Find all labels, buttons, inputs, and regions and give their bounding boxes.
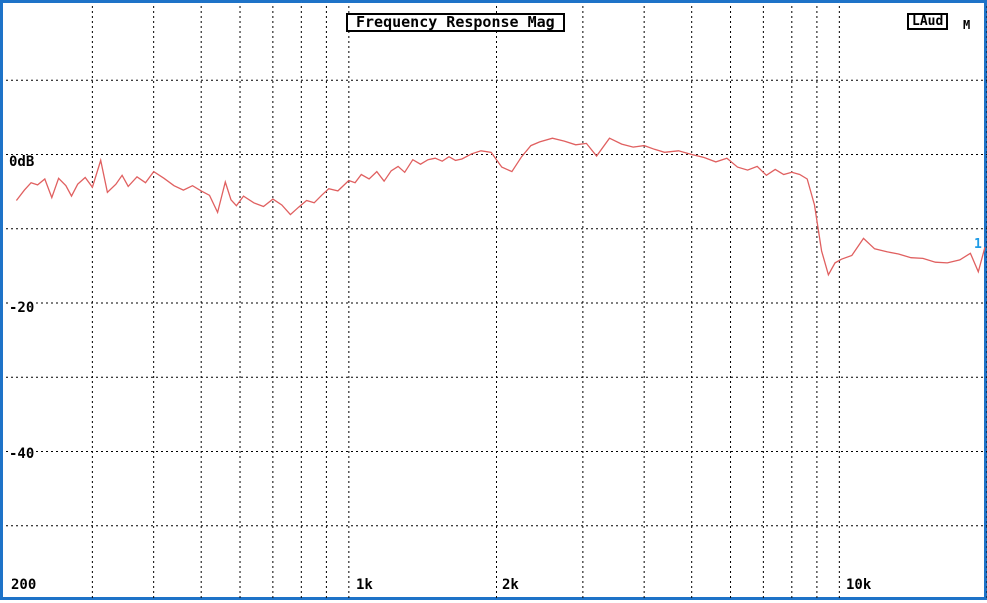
y-tick-label: -20 [8, 300, 36, 316]
y-tick-label: -40 [8, 446, 36, 462]
trace-label: LAud [907, 13, 949, 30]
analyzer-window: Frequency Response Mag LAud M 0dB -20 -4… [0, 0, 987, 600]
chart-title: Frequency Response Mag [346, 13, 565, 32]
x-tick-label: 2k [501, 577, 520, 593]
plot-grid [6, 6, 987, 600]
x-tick-label: 10k [845, 577, 873, 593]
response-plot [6, 6, 987, 600]
x-tick-label: 200 [10, 577, 38, 593]
x-tick-label: 1k [355, 577, 374, 593]
trace-suffix: M [963, 18, 971, 32]
y-tick-label: 0dB [8, 154, 36, 170]
trace-cursor-marker[interactable]: 1 [974, 237, 982, 252]
